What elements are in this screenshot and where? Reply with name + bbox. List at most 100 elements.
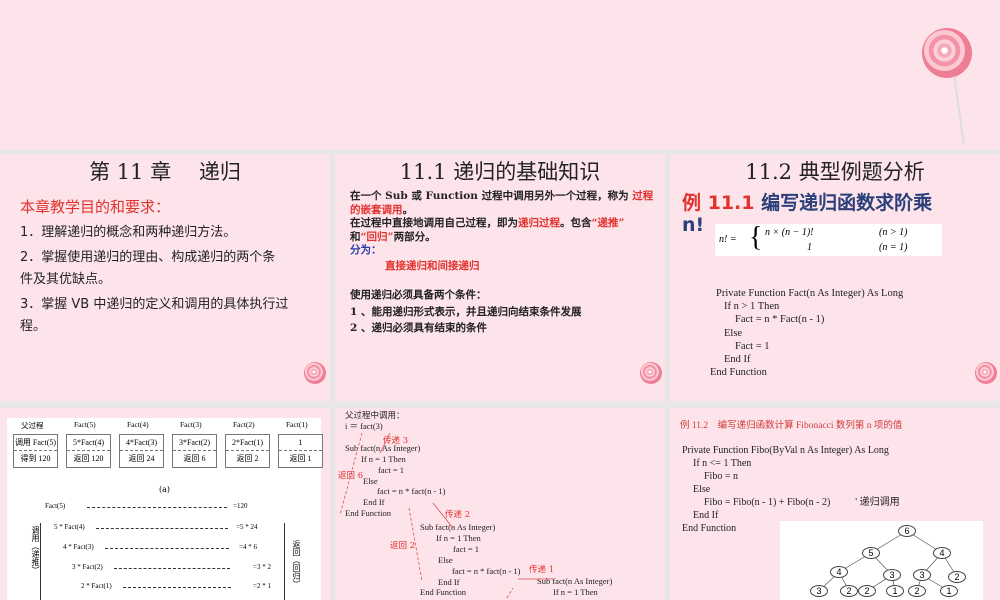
return-text: 返回 24 <box>128 454 155 463</box>
call-arrows <box>339 432 553 599</box>
lollipop-decoration-icon <box>922 28 972 78</box>
tree-node: 1 <box>940 585 958 597</box>
call-text: 3*Fact(2) <box>173 435 216 451</box>
diagram-header: Fact(4) <box>127 420 149 429</box>
expansion-left: 2 * Fact(1) <box>81 582 112 590</box>
recursion-diagram: 父过程 调用 Fact(5) 得到 120 Fact(5) 5*Fact(4) 返回 12… <box>7 418 323 600</box>
example-heading: 例 11.1 编写递归函数求阶乘 <box>682 188 932 215</box>
highlight: 直接递归和间接递归 <box>385 259 480 272</box>
diagram-header: Fact(5) <box>74 420 96 429</box>
highlight: 过程 <box>632 190 654 202</box>
text: 2 、递归必须具有结束的条件 <box>350 322 487 334</box>
diagram-box: 调用 Fact(5) 得到 120 <box>13 434 58 468</box>
factorial-formula: n! = { n × (n − 1)! (n > 1) 1 (n = 1) <box>715 222 942 256</box>
diagram-header: Fact(1) <box>286 420 308 429</box>
objective-item: 3．掌握 VB 中递归的定义和调用的具体执行过 <box>20 297 289 312</box>
diagram-box: 3*Fact(2) 返回 6 <box>172 434 217 468</box>
tree-node: 2 <box>948 571 966 583</box>
slide-thumbnail-1[interactable]: 第 11 章 递归 本章教学目的和要求： 1．理解递归的概念和两种递归方法。 2… <box>0 154 330 401</box>
tree-node: 6 <box>898 525 916 537</box>
formula-case: n × (n − 1)! <box>765 227 814 238</box>
objective-item: 1．理解递归的概念和两种递归方法。 <box>20 225 237 240</box>
dashed-line <box>123 587 231 588</box>
dashed-line <box>114 568 230 569</box>
slide-thumbnail-4[interactable]: 父过程 调用 Fact(5) 得到 120 Fact(5) 5*Fact(4) 返回 12… <box>0 408 330 600</box>
diagram-header: Fact(3) <box>180 420 202 429</box>
formula-lhs: n! = <box>719 234 737 245</box>
highlight: “回归” <box>360 230 394 243</box>
expansion-right: =2 * 1 <box>253 582 271 590</box>
example-title-cont: n! <box>682 214 705 236</box>
dashed-line <box>105 548 229 549</box>
return-text: 返回 1 <box>289 454 312 463</box>
return-axis <box>284 523 285 600</box>
tree-node: 2 <box>908 585 926 597</box>
tree-node: 3 <box>810 585 828 597</box>
tree-node: 4 <box>830 566 848 578</box>
call-text: 1 <box>279 435 322 451</box>
highlight: 递归过程 <box>518 217 560 229</box>
tree-node: 2 <box>858 585 876 597</box>
presentation-header-area <box>0 0 1000 150</box>
formula-condition: (n = 1) <box>879 242 908 253</box>
diagram-box: 1 返回 1 <box>278 434 323 468</box>
slide-title: 第 11 章 递归 <box>89 160 241 184</box>
brace: { <box>749 222 763 253</box>
tree-node: 5 <box>862 547 880 559</box>
objectives-heading: 本章教学目的和要求： <box>20 198 171 216</box>
slide-thumbnail-2[interactable]: 11.1 递归的基础知识 在一个 Sub 或 Function 过程中调用另外一… <box>335 154 665 401</box>
code-line: Fibo = Fibo(n - 1) + Fibo(n - 2) <box>704 497 831 508</box>
expansion-left: Fact(5) <box>45 502 66 510</box>
example-number: 例 11.1 <box>682 192 755 214</box>
lollipop-icon <box>640 362 662 384</box>
slide-thumbnail-3[interactable]: 11.2 典型例题分析 例 11.1 编写递归函数求阶乘 n! n! = { n… <box>670 154 1000 401</box>
side-label: 返回（回归） <box>292 540 301 588</box>
text: 分为： <box>350 244 382 256</box>
tree-node: 4 <box>933 547 951 559</box>
code-line: End Function <box>710 367 767 379</box>
tree-node: 2 <box>840 585 858 597</box>
highlight: “递推” <box>591 217 625 229</box>
objective-item: 程。 <box>20 319 47 334</box>
example-heading: 例 11.2 编写递归函数计算 Fibonacci 数列第 n 项的值 <box>680 421 903 431</box>
code-comment: ' 递归调用 <box>855 497 900 508</box>
tree-node: 1 <box>886 585 904 597</box>
diagram-header: 父过程 <box>21 421 44 430</box>
call-text: 2*Fact(1) <box>226 435 269 451</box>
code-line: Else <box>693 484 711 495</box>
text: 在一个 Sub 或 Function 过程中调用另外一个过程，称为 <box>350 190 629 202</box>
objective-item: 件及其优缺点。 <box>20 272 112 287</box>
slide-title: 11.2 典型例题分析 <box>745 160 925 184</box>
objective-item: 2．掌握使用递归的理由、构成递归的两个条 <box>20 250 276 265</box>
return-text: 返回 6 <box>183 454 206 463</box>
text: 。包含 <box>560 217 592 229</box>
fibonacci-tree: 6544332322121 <box>780 521 983 600</box>
diagram-box: 2*Fact(1) 返回 2 <box>225 434 270 468</box>
code-line: Fact = 1 <box>735 340 770 352</box>
expansion-left: 3 * Fact(2) <box>72 563 103 571</box>
return-text: 得到 120 <box>20 454 51 463</box>
dashed-line <box>87 507 227 508</box>
expansion-right: =120 <box>233 502 248 510</box>
lollipop-icon <box>304 362 326 384</box>
objectives-list: 1．理解递归的概念和两种递归方法。 2．掌握使用递归的理由、构成递归的两个条 件… <box>20 222 288 338</box>
text: 使用递归必须具备两个条件： <box>350 289 487 301</box>
slide-thumbnail-5[interactable]: 父过程中调用： i ＝ fact(3) Sub fact(n As Intege… <box>335 408 665 600</box>
highlight: 的嵌套调用 <box>350 203 403 216</box>
code-line: Else <box>724 327 743 339</box>
formula-condition: (n > 1) <box>879 227 908 238</box>
expansion-left: 5 * Fact(4) <box>54 523 85 531</box>
lollipop-icon <box>975 362 997 384</box>
example-title: 编写递归函数求阶乘 <box>761 192 933 214</box>
slide-thumbnail-6[interactable]: 例 11.2 编写递归函数计算 Fibonacci 数列第 n 项的值 Priv… <box>670 408 1000 600</box>
side-label: 调用（递推） <box>31 526 40 574</box>
slide-title: 11.1 递归的基础知识 <box>399 160 601 184</box>
call-text: 4*Fact(3) <box>120 435 163 451</box>
tree-node: 3 <box>883 569 901 581</box>
text: 和 <box>350 230 361 243</box>
expansion-right: =4 * 6 <box>239 543 257 551</box>
code-line: End If <box>724 354 751 366</box>
tree-node: 3 <box>913 569 931 581</box>
slide-body: 在一个 Sub 或 Function 过程中调用另外一个过程，称为 过程 的嵌套… <box>350 190 654 334</box>
return-text: 返回 2 <box>236 454 259 463</box>
